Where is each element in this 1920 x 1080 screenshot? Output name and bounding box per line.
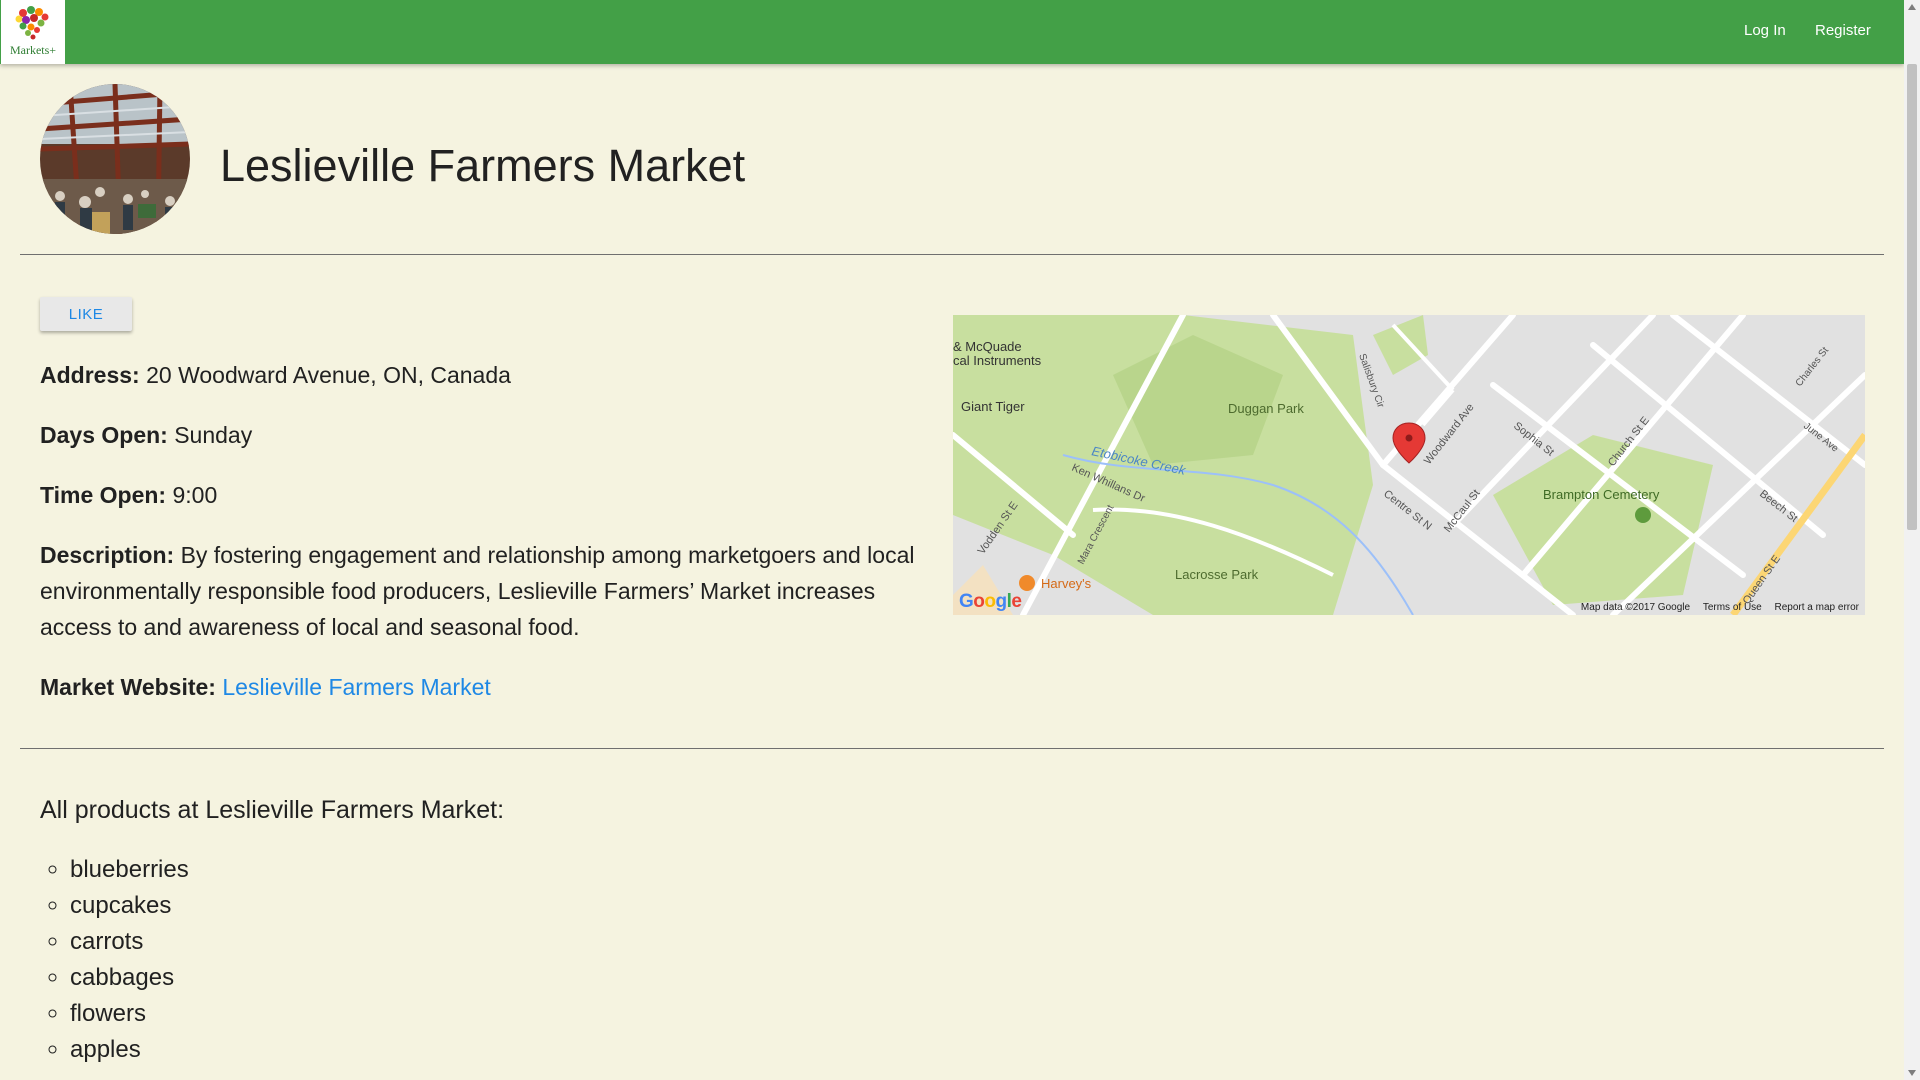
header-divider [20, 254, 1884, 255]
scroll-down-arrow-icon[interactable] [1908, 1070, 1916, 1076]
scroll-up-arrow-icon[interactable] [1908, 4, 1916, 10]
days-open-label: Days Open: [40, 422, 168, 448]
map-label-duggan-park: Duggan Park [1228, 401, 1304, 416]
days-open-row: Days Open: Sunday [40, 417, 920, 453]
map-label-lacrosse-park: Lacrosse Park [1175, 567, 1259, 582]
product-item: cabbages [70, 960, 189, 996]
product-item: apples [70, 1032, 189, 1068]
market-photo [40, 84, 190, 234]
logo-text: Markets+ [9, 43, 57, 57]
restaurant-icon[interactable] [1019, 575, 1035, 591]
map-label-mcquade: & McQuade [953, 339, 1022, 354]
address-value: 20 Woodward Avenue, ON, Canada [146, 362, 511, 388]
markets-plus-logo[interactable]: Markets+ [1, 0, 65, 64]
google-letter: G [959, 591, 974, 612]
map-label-brampton-cemetery: Brampton Cemetery [1543, 487, 1660, 502]
heart-basket-logo-icon [15, 6, 49, 40]
market-website-link[interactable]: Leslieville Farmers Market [222, 674, 490, 700]
website-row: Market Website: Leslieville Farmers Mark… [40, 669, 920, 705]
time-open-label: Time Open: [40, 482, 167, 508]
google-logo: Google [959, 591, 1022, 613]
product-item: carrots [70, 924, 189, 960]
like-button[interactable]: LIKE [40, 297, 132, 331]
map-terms-link[interactable]: Terms of Use [1703, 602, 1762, 613]
time-open-row: Time Open: 9:00 [40, 477, 920, 513]
google-letter: o [973, 591, 985, 612]
google-letter: e [1011, 591, 1022, 612]
google-letter: g [995, 591, 1008, 612]
map-report-link[interactable]: Report a map error [1775, 602, 1859, 613]
product-item: flowers [70, 996, 189, 1032]
vertical-scrollbar[interactable] [1904, 0, 1920, 1080]
location-map[interactable]: & McQuade cal Instruments Giant Tiger Du… [953, 315, 1865, 615]
scrollbar-thumb[interactable] [1907, 64, 1917, 530]
map-label-instruments: cal Instruments [953, 353, 1042, 368]
map-label-harveys: Harvey's [1041, 576, 1092, 591]
address-label: Address: [40, 362, 140, 388]
map-footer: Map data ©2017 Google Terms of Use Repor… [1571, 602, 1859, 613]
description-label: Description: [40, 542, 175, 568]
cemetery-icon[interactable] [1635, 507, 1651, 523]
time-open-value: 9:00 [172, 482, 218, 508]
address-row: Address: 20 Woodward Avenue, ON, Canada [40, 357, 920, 393]
page-title: Leslieville Farmers Market [220, 140, 746, 191]
days-open-value: Sunday [174, 422, 253, 448]
register-link[interactable]: Register [1815, 22, 1871, 39]
google-letter: o [984, 591, 996, 612]
description-row: Description: By fostering engagement and… [40, 537, 920, 645]
section-divider [20, 748, 1884, 749]
login-link[interactable]: Log In [1744, 22, 1786, 39]
top-navbar: Markets+ Log In Register [0, 0, 1904, 64]
map-data-credit: Map data ©2017 Google [1580, 602, 1691, 613]
products-list: blueberries cupcakes carrots cabbages fl… [40, 852, 189, 1068]
website-label: Market Website: [40, 674, 216, 700]
product-item: blueberries [70, 852, 189, 888]
product-item: cupcakes [70, 888, 189, 924]
map-label-giant-tiger: Giant Tiger [961, 399, 1025, 414]
products-heading: All products at Leslieville Farmers Mark… [40, 796, 505, 824]
